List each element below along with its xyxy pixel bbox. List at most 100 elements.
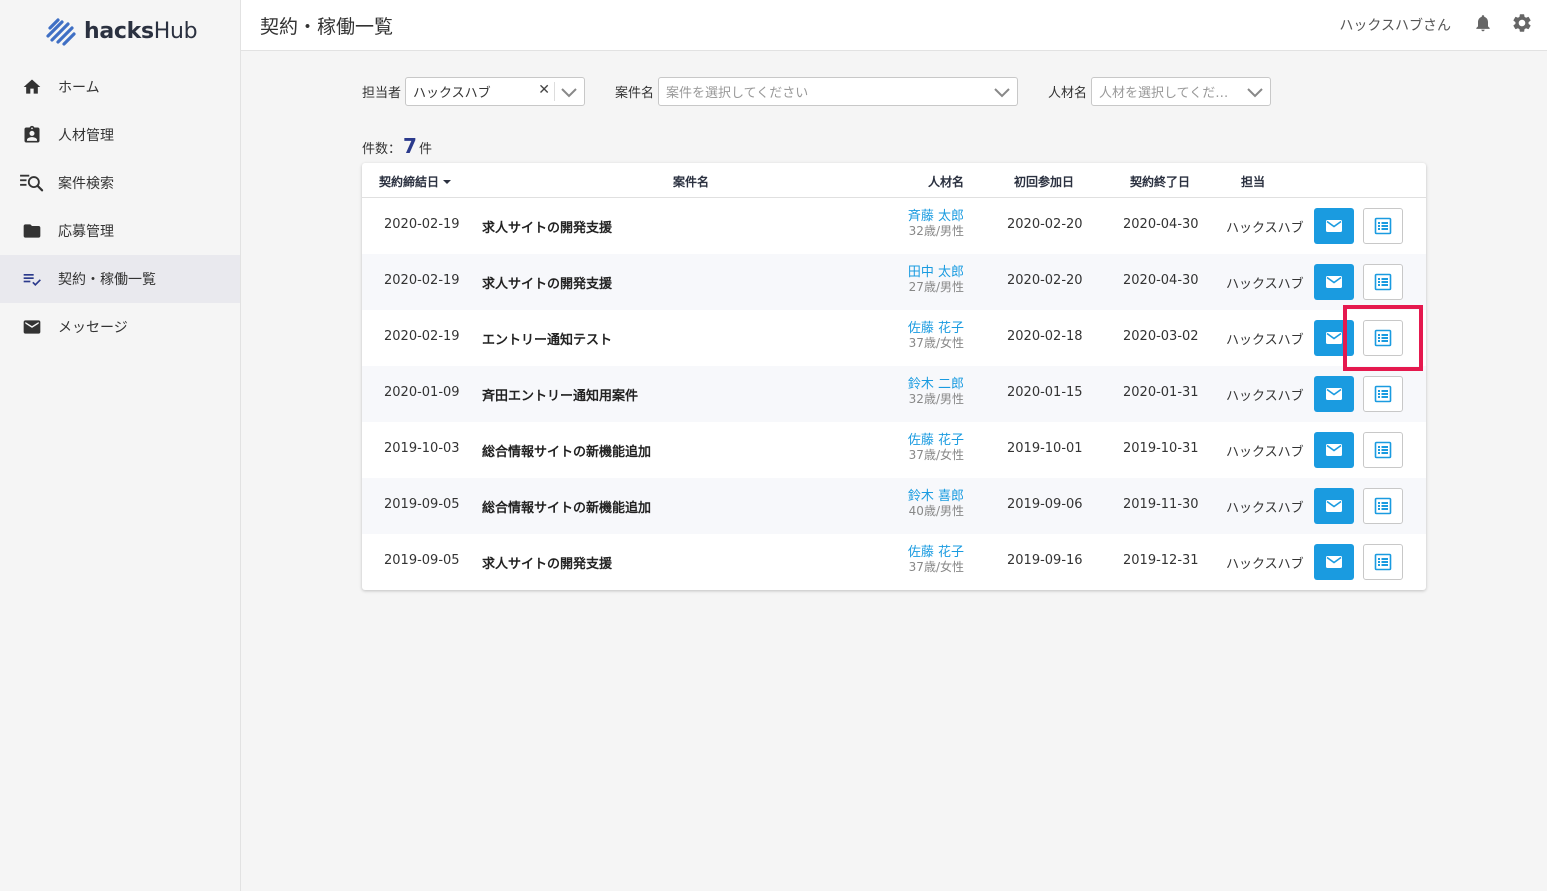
view-details-button[interactable] [1363,264,1403,300]
sidebar-item-applications[interactable]: 応募管理 [0,207,240,255]
send-message-button[interactable] [1314,544,1354,580]
chevron-down-icon[interactable] [560,84,578,100]
talent-cell: 佐藤 花子 37歳/女性 [908,322,964,351]
sort-desc-icon [443,179,452,184]
talent-name-link[interactable]: 斉藤 太郎 [908,210,964,224]
bell-icon[interactable] [1473,13,1493,37]
project-select[interactable]: 案件を選択してください [658,77,1019,106]
project-filter-label: 案件名 [615,86,655,101]
send-message-button[interactable] [1314,264,1354,300]
talent-name-link[interactable]: 佐藤 花子 [908,322,964,336]
list-detail-icon [1374,553,1392,571]
clear-icon[interactable]: ✕ [538,82,550,98]
page-title: 契約・稼働一覧 [260,15,394,38]
column-header-contract-date[interactable]: 契約締結日 [379,173,452,190]
contracts-table: 契約締結日 案件名 人材名 初回参加日 契約終了日 担当 2020-02-19 求… [362,163,1426,590]
list-detail-icon [1374,497,1392,515]
view-details-button[interactable] [1363,488,1403,524]
mail-icon [1326,276,1342,288]
talent-age-sex: 32歳/男性 [908,392,964,406]
view-details-button[interactable] [1363,208,1403,244]
view-details-button[interactable] [1363,432,1403,468]
list-detail-icon [1374,217,1392,235]
chevron-down-icon[interactable] [1246,84,1264,100]
first-day-cell: 2020-02-18 [1007,329,1083,344]
manager-cell: ハックスハブ [1226,333,1304,348]
table-row: 2019-09-05 求人サイトの開発支援 佐藤 花子 37歳/女性 2019-09-1… [362,534,1426,590]
list-detail-icon [1374,329,1392,347]
top-bar-actions: ハックスハブさん [1339,0,1533,50]
count-value: 7 [403,134,417,158]
project-name-cell[interactable]: 斉田エントリー通知用案件 [482,385,638,404]
view-details-button[interactable] [1363,376,1403,412]
end-date-cell: 2020-04-30 [1123,273,1199,288]
list-detail-icon [1374,385,1392,403]
table-header: 契約締結日 案件名 人材名 初回参加日 契約終了日 担当 [362,163,1426,198]
folder-icon [20,219,44,243]
manager-cell: ハックスハブ [1226,501,1304,516]
sidebar-item-project-search[interactable]: 案件検索 [0,159,240,207]
view-details-button[interactable] [1363,544,1403,580]
badge-icon [20,123,44,147]
sidebar-item-talent[interactable]: 人材管理 [0,111,240,159]
manager-cell: ハックスハブ [1226,557,1304,572]
talent-age-sex: 37歳/女性 [908,560,964,574]
project-name-cell[interactable]: 総合情報サイトの新機能追加 [482,441,651,460]
talent-name-link[interactable]: 佐藤 花子 [908,546,964,560]
column-header-manager: 担当 [1241,175,1266,189]
talent-name-link[interactable]: 鈴木 喜郎 [908,490,964,504]
gear-icon[interactable] [1511,12,1533,38]
talent-name-link[interactable]: 鈴木 二郎 [908,378,964,392]
search-list-icon [20,171,44,195]
manager-cell: ハックスハブ [1226,389,1304,404]
send-message-button[interactable] [1314,432,1354,468]
table-row: 2020-02-19 求人サイトの開発支援 斉藤 太郎 32歳/男性 2020-02-2… [362,198,1426,254]
sidebar-nav: ホーム 人材管理 案件検索 応募管理 契約・稼働一覧 メッセージ [0,63,240,351]
talent-name-link[interactable]: 佐藤 花子 [908,434,964,448]
sidebar-item-label: 人材管理 [58,128,114,144]
logo[interactable]: hacksHub [0,0,240,63]
first-day-cell: 2019-09-16 [1007,553,1083,568]
send-message-button[interactable] [1314,208,1354,244]
end-date-cell: 2019-11-30 [1123,497,1199,512]
project-name-cell[interactable]: エントリー通知テスト [482,329,612,348]
chevron-down-icon[interactable] [993,84,1011,100]
result-count: 件数： 7 件 [362,134,432,158]
view-details-button[interactable] [1363,320,1403,356]
mail-icon [1326,500,1342,512]
project-name-cell[interactable]: 求人サイトの開発支援 [482,217,612,236]
sidebar-item-contracts[interactable]: 契約・稼働一覧 [0,255,240,303]
talent-cell: 鈴木 喜郎 40歳/男性 [908,490,964,519]
hackshub-logo-icon [46,17,76,46]
mail-icon [1326,220,1342,232]
contract-date-cell: 2019-10-03 [384,441,460,456]
project-name-cell[interactable]: 求人サイトの開発支援 [482,273,612,292]
send-message-button[interactable] [1314,320,1354,356]
send-message-button[interactable] [1314,376,1354,412]
count-prefix: 件数： [362,142,402,157]
talent-age-sex: 37歳/女性 [908,336,964,350]
end-date-cell: 2020-01-31 [1123,385,1199,400]
talent-cell: 佐藤 花子 37歳/女性 [908,434,964,463]
sidebar-item-home[interactable]: ホーム [0,63,240,111]
manager-cell: ハックスハブ [1226,277,1304,292]
checklist-icon [20,267,44,291]
project-name-cell[interactable]: 求人サイトの開発支援 [482,553,612,572]
count-suffix: 件 [418,142,432,157]
mail-icon [1326,388,1342,400]
send-message-button[interactable] [1314,488,1354,524]
first-day-cell: 2019-09-06 [1007,497,1083,512]
manager-select-value: ハックスハブ [413,86,491,101]
talent-select[interactable]: 人材を選択してくだ… [1091,77,1272,106]
sidebar-item-label: 契約・稼働一覧 [58,272,156,288]
sidebar-item-messages[interactable]: メッセージ [0,303,240,351]
end-date-cell: 2020-04-30 [1123,217,1199,232]
list-detail-icon [1374,273,1392,291]
user-menu[interactable]: ハックスハブさん [1339,15,1451,35]
table-row: 2020-02-19 求人サイトの開発支援 田中 太郎 27歳/男性 2020-02-2… [362,254,1426,310]
table-body: 2020-02-19 求人サイトの開発支援 斉藤 太郎 32歳/男性 2020-02-2… [362,198,1426,590]
talent-name-link[interactable]: 田中 太郎 [908,266,964,280]
talent-cell: 田中 太郎 27歳/男性 [908,266,964,295]
project-name-cell[interactable]: 総合情報サイトの新機能追加 [482,497,651,516]
manager-select[interactable]: ハックスハブ ✕ [405,77,586,106]
